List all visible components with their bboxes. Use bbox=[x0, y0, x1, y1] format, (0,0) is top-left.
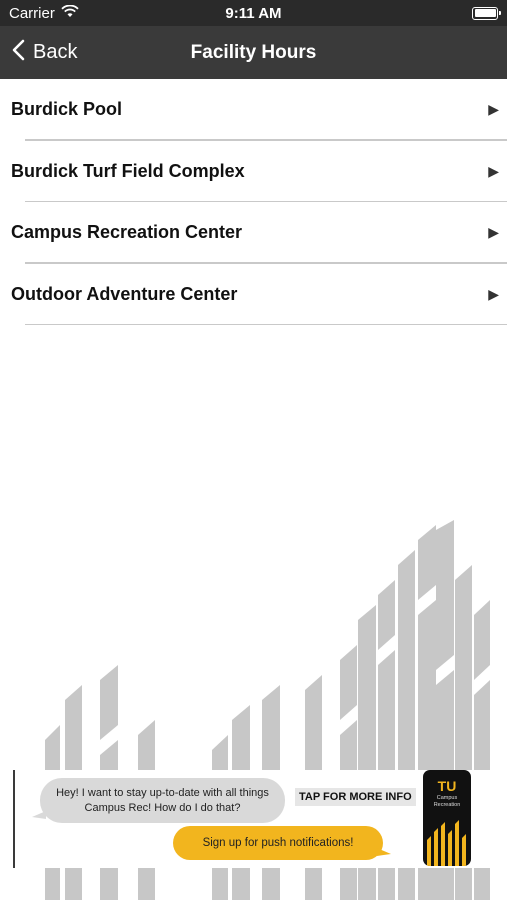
facility-list: Burdick Pool ▶ Burdick Turf Field Comple… bbox=[0, 79, 507, 325]
status-bar: Carrier 9:11 AM bbox=[0, 0, 507, 26]
list-item-label: Campus Recreation Center bbox=[11, 222, 243, 243]
tu-logo: TU bbox=[437, 778, 457, 794]
tap-for-more-info-label: TAP FOR MORE INFO bbox=[295, 788, 416, 806]
wifi-icon bbox=[61, 4, 79, 22]
list-item-campus-recreation-center[interactable]: Campus Recreation Center ▶ bbox=[0, 202, 507, 264]
list-item-burdick-pool[interactable]: Burdick Pool ▶ bbox=[0, 79, 507, 141]
list-item-burdick-turf-field-complex[interactable]: Burdick Turf Field Complex ▶ bbox=[0, 141, 507, 203]
question-bubble: Hey! I want to stay up-to-date with all … bbox=[32, 778, 285, 823]
push-notification-banner[interactable]: Hey! I want to stay up-to-date with all … bbox=[13, 770, 491, 868]
chevron-right-icon: ▶ bbox=[488, 285, 499, 302]
chevron-right-icon: ▶ bbox=[488, 224, 499, 241]
list-item-label: Burdick Pool bbox=[11, 99, 123, 120]
page-title: Facility Hours bbox=[190, 41, 317, 63]
answer-bubble: Sign up for push notifications! bbox=[173, 826, 391, 860]
list-item-label: Outdoor Adventure Center bbox=[11, 283, 238, 304]
carrier-label: Carrier bbox=[9, 4, 55, 22]
chevron-right-icon: ▶ bbox=[488, 101, 499, 118]
navigation-bar: Back Facility Hours bbox=[0, 26, 507, 79]
phone-caption: Campus Recreation bbox=[433, 795, 461, 808]
chevron-right-icon: ▶ bbox=[488, 162, 499, 179]
list-item-label: Burdick Turf Field Complex bbox=[11, 160, 245, 181]
battery-icon bbox=[472, 6, 501, 20]
list-item-outdoor-adventure-center[interactable]: Outdoor Adventure Center ▶ bbox=[0, 264, 507, 326]
phone-mockup-image: TU Campus Recreation bbox=[423, 770, 471, 866]
